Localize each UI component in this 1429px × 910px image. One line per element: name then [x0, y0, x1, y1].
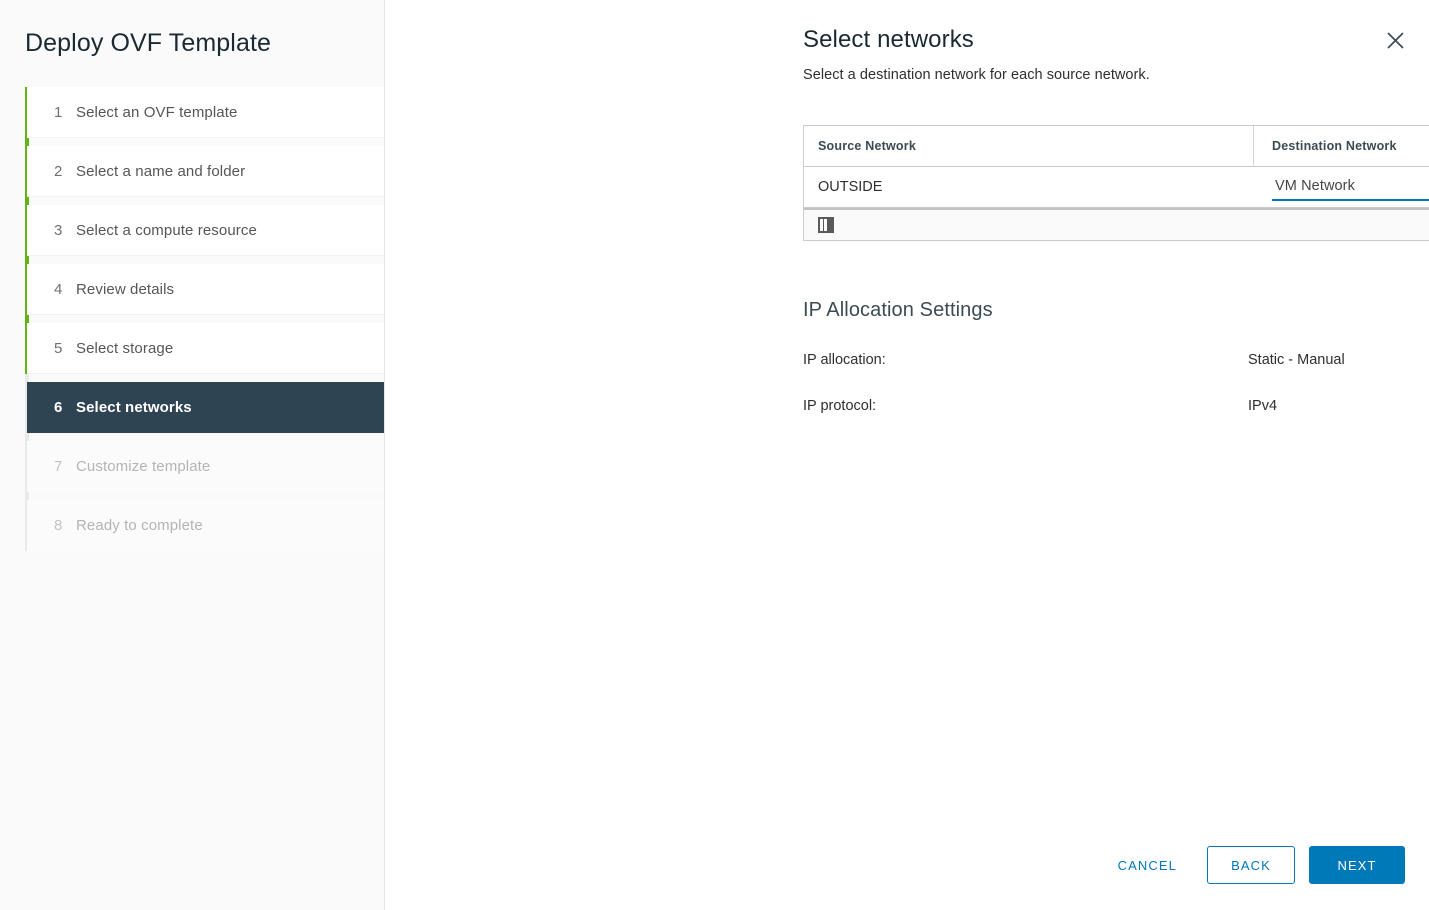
sidebar-step-7: 7 Customize template: [27, 441, 384, 492]
wizard-sidebar: Deploy OVF Template 1 Select an OVF temp…: [0, 0, 385, 910]
sidebar-step-3[interactable]: 3 Select a compute resource: [27, 205, 384, 256]
ip-protocol-row: IP protocol: IPv4: [803, 398, 1429, 414]
wizard-footer: CANCEL BACK NEXT: [1100, 846, 1405, 884]
ip-protocol-label: IP protocol:: [803, 398, 877, 414]
sidebar-step-7-label: Customize template: [76, 458, 211, 475]
wizard-title: Deploy OVF Template: [25, 29, 271, 57]
table-row: OUTSIDE VM Network: [804, 167, 1429, 208]
sidebar-step-2-label: Select a name and folder: [76, 162, 246, 180]
sidebar-step-4-label: Review details: [76, 280, 175, 298]
sidebar-step-5[interactable]: 5 Select storage: [27, 323, 384, 374]
close-icon[interactable]: [1379, 24, 1411, 56]
ip-allocation-label: IP allocation:: [803, 352, 886, 368]
page-subtitle: Select a destination network for each so…: [803, 67, 1150, 83]
sidebar-step-2[interactable]: 2 Select a name and folder: [27, 146, 384, 197]
sidebar-step-5-label: Select storage: [76, 339, 174, 357]
ip-allocation-section-title: IP Allocation Settings: [803, 299, 993, 321]
sidebar-step-4[interactable]: 4 Review details: [27, 264, 384, 315]
cell-source-network: OUTSIDE: [818, 179, 883, 195]
next-button[interactable]: NEXT: [1309, 846, 1405, 884]
sidebar-step-4-number: 4: [54, 280, 63, 298]
sidebar-step-3-number: 3: [54, 221, 63, 239]
page-title: Select networks: [803, 26, 974, 53]
sidebar-step-8: 8 Ready to complete: [27, 500, 384, 551]
sidebar-step-7-number: 7: [54, 458, 63, 475]
sidebar-step-6-label: Select networks: [76, 399, 192, 416]
ip-allocation-value: Static - Manual: [1248, 352, 1345, 368]
sidebar-step-6-number: 6: [54, 399, 63, 416]
sidebar-step-6[interactable]: 6 Select networks: [27, 382, 384, 433]
networks-table: Source Network Destination Network OUTSI…: [803, 125, 1429, 241]
destination-network-select[interactable]: VM Network: [1272, 174, 1429, 201]
sidebar-step-8-number: 8: [54, 517, 63, 534]
ip-allocation-row: IP allocation: Static - Manual: [803, 352, 1429, 368]
table-header-row: Source Network Destination Network: [804, 126, 1429, 167]
column-header-source-network: Source Network: [804, 126, 1254, 166]
column-header-destination-network: Destination Network: [1272, 139, 1397, 153]
sidebar-step-1[interactable]: 1 Select an OVF template: [27, 87, 384, 138]
ip-protocol-value: IPv4: [1248, 398, 1278, 414]
back-button[interactable]: BACK: [1207, 846, 1295, 884]
deploy-ovf-template-wizard: Deploy OVF Template 1 Select an OVF temp…: [0, 0, 1429, 910]
sidebar-step-5-number: 5: [54, 339, 63, 357]
sidebar-step-3-label: Select a compute resource: [76, 221, 257, 239]
columns-icon[interactable]: [818, 217, 834, 233]
destination-network-selected-value: VM Network: [1275, 178, 1355, 194]
sidebar-step-1-number: 1: [54, 103, 63, 121]
cell-destination-network: VM Network: [1254, 167, 1429, 207]
table-footer: 1 item: [804, 208, 1429, 240]
wizard-steps: 1 Select an OVF template 2 Select a name…: [0, 87, 384, 551]
sidebar-step-2-number: 2: [54, 162, 63, 180]
cancel-button[interactable]: CANCEL: [1100, 847, 1195, 883]
sidebar-step-1-label: Select an OVF template: [76, 103, 238, 121]
wizard-main-panel: Select networks Select a destination net…: [385, 0, 1429, 910]
sidebar-step-8-label: Ready to complete: [76, 517, 203, 534]
